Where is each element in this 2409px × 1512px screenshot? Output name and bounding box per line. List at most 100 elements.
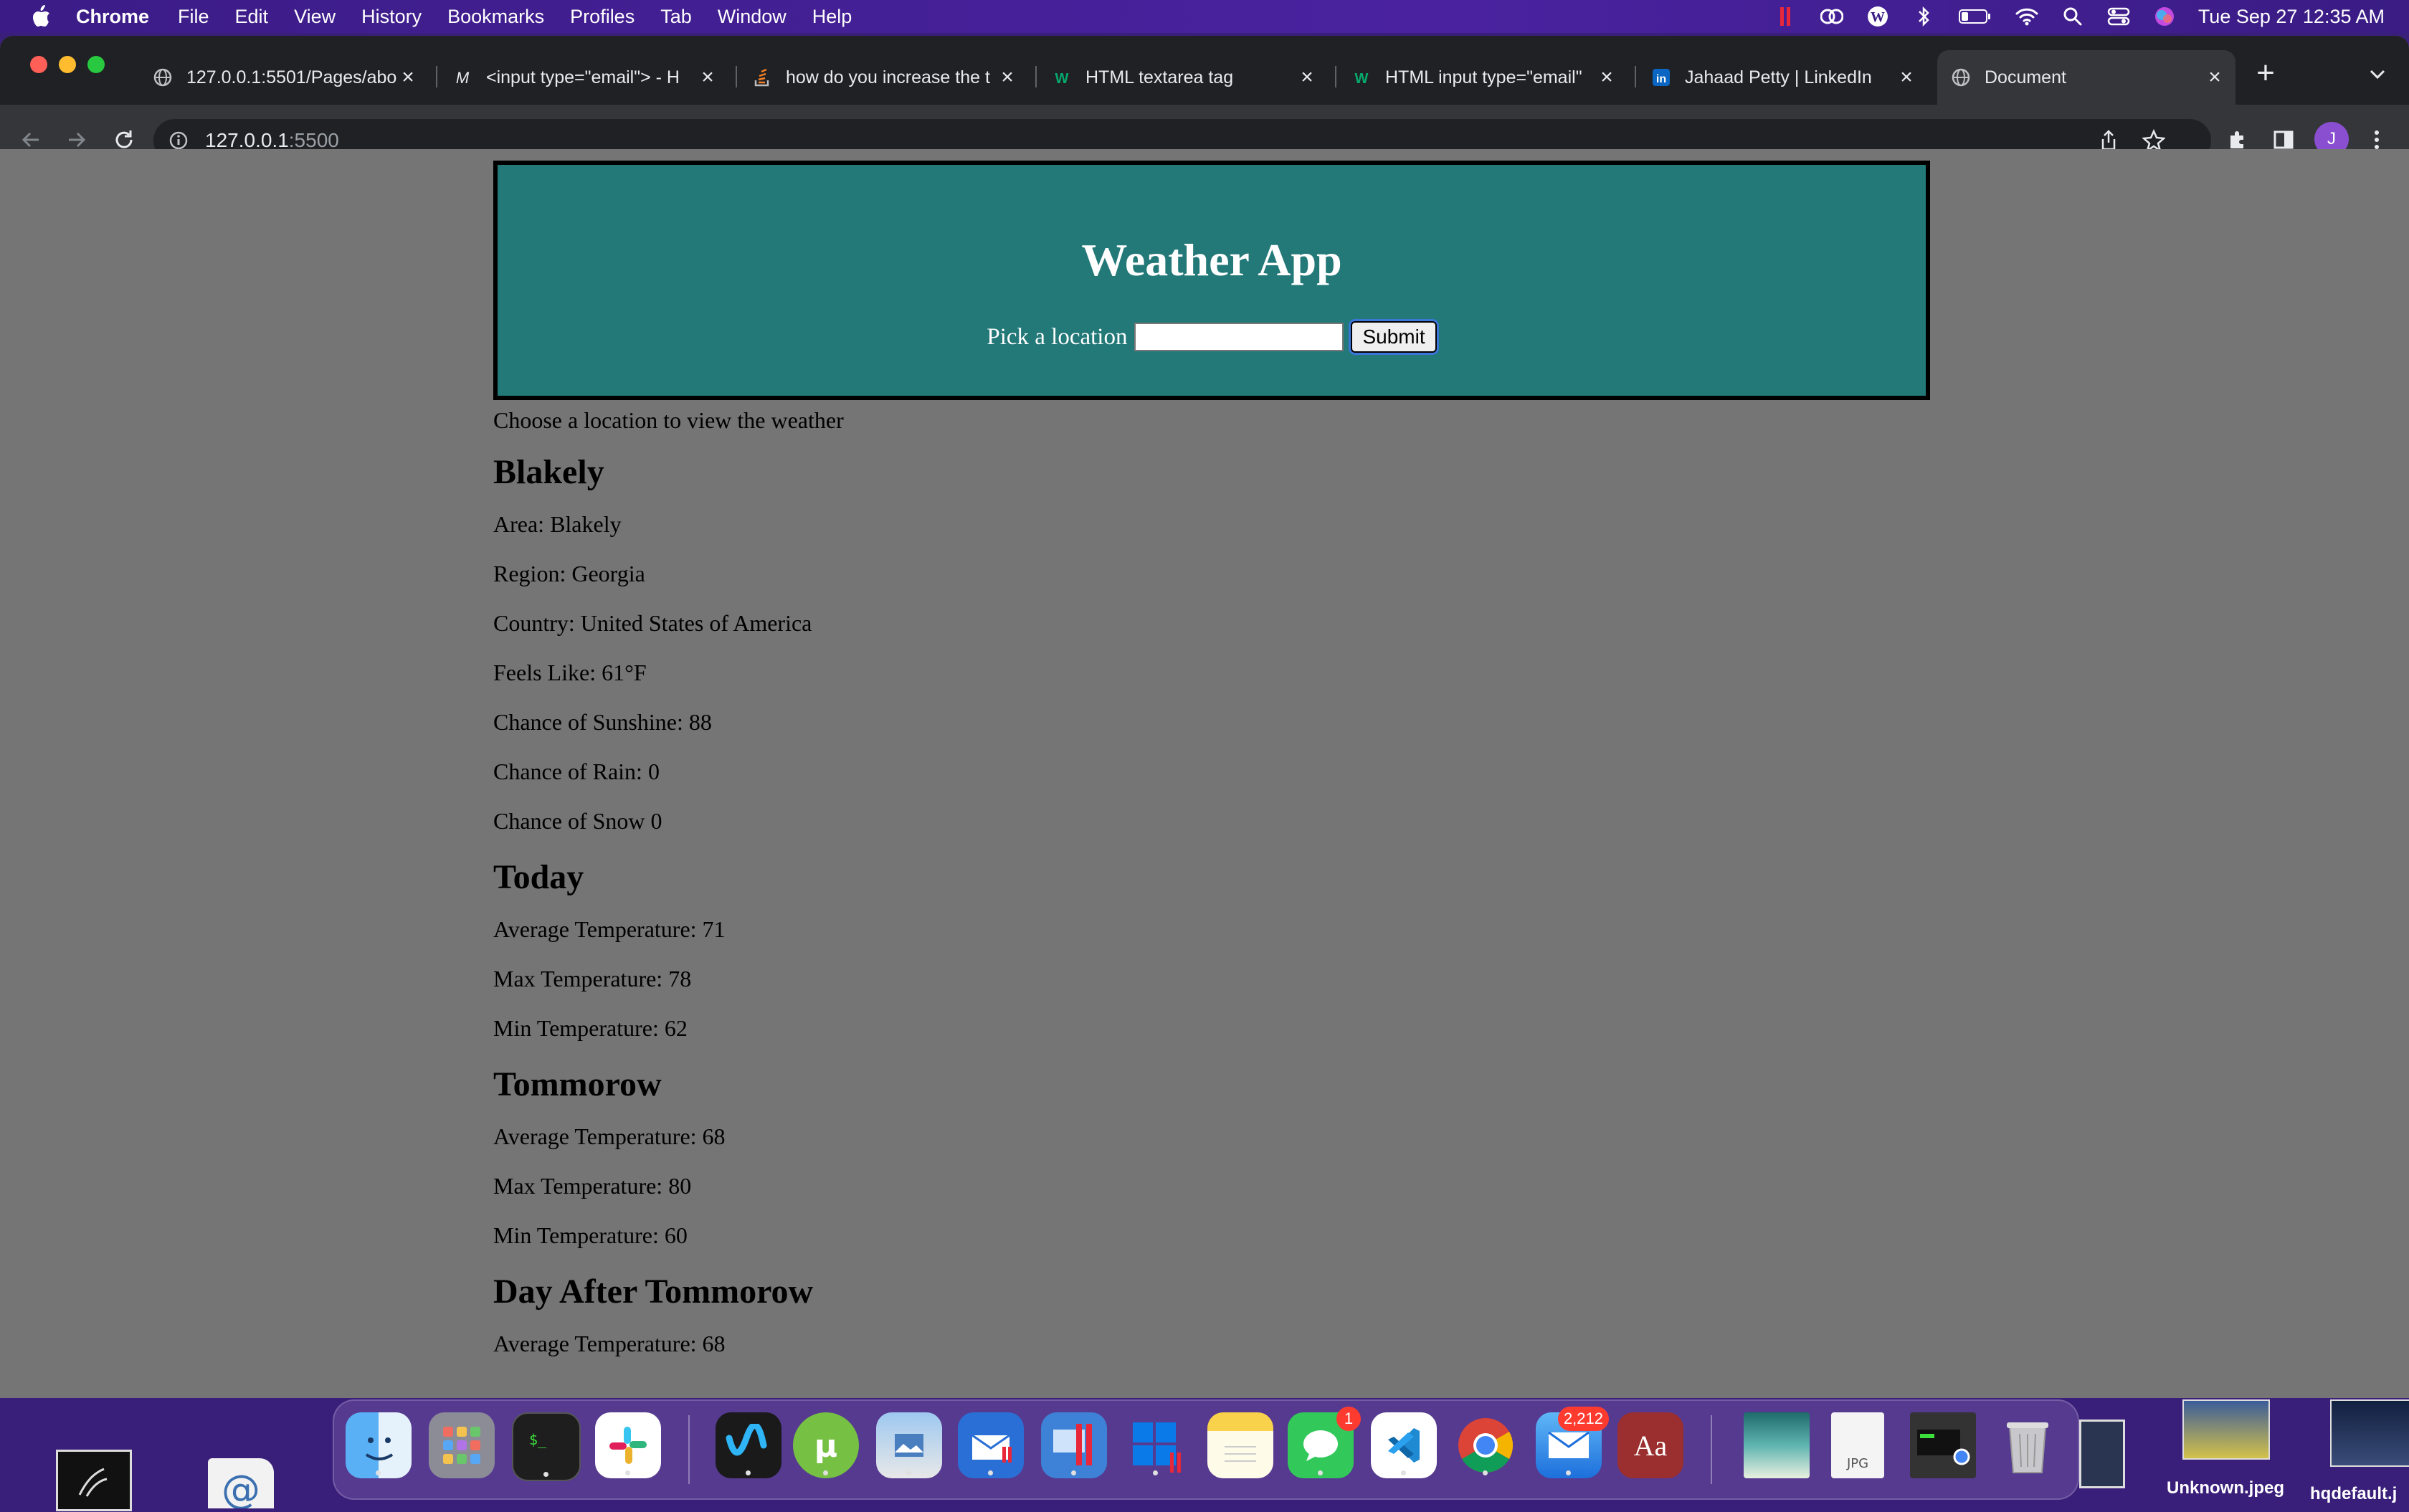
terminal-icon[interactable]: $_ — [512, 1412, 581, 1481]
tab-close-icon[interactable]: × — [1596, 65, 1617, 89]
window-zoom-button[interactable] — [87, 56, 105, 73]
parallels-desktop-icon[interactable] — [1041, 1412, 1107, 1478]
launchpad-icon[interactable] — [429, 1412, 495, 1478]
apple-menu-icon[interactable] — [27, 3, 54, 30]
mail-icon[interactable]: 2,212 — [1536, 1407, 1609, 1478]
menu-file[interactable]: File — [178, 6, 209, 28]
svg-text:µ: µ — [814, 1428, 837, 1465]
svg-text:M: M — [456, 69, 470, 87]
jpg-file-icon[interactable]: JPG — [1831, 1412, 1884, 1478]
page-title: Weather App — [1081, 234, 1342, 285]
chance-sunshine-text: Chance of Sunshine: 88 — [493, 709, 712, 735]
tab-localhost-pages[interactable]: 127.0.0.1:5501/Pages/abo × — [139, 50, 429, 105]
tab-title: 127.0.0.1:5501/Pages/abo — [186, 67, 397, 87]
tab-search-chevron-icon[interactable] — [2365, 62, 2390, 87]
messages-icon[interactable]: 1 — [1288, 1407, 1361, 1478]
notes-icon[interactable] — [1207, 1412, 1273, 1478]
menu-view[interactable]: View — [294, 6, 336, 28]
tab-strip: 127.0.0.1:5501/Pages/abo × M <input type… — [0, 36, 2409, 105]
tab-title: Jahaad Petty | LinkedIn — [1685, 67, 1872, 87]
tab-w3schools-input-email[interactable]: W HTML input type="email" × — [1338, 50, 1628, 105]
location-label: Pick a location — [987, 323, 1128, 350]
jpg-label: JPG — [1846, 1455, 1869, 1471]
tab-close-icon[interactable]: × — [1896, 65, 1917, 89]
tab-separator — [736, 66, 737, 87]
menu-profiles[interactable]: Profiles — [570, 6, 635, 28]
tab-stackoverflow[interactable]: how do you increase the t × — [738, 50, 1028, 105]
svg-text:@: @ — [222, 1467, 260, 1508]
day-after-avg-temp: Average Temperature: 68 — [493, 1331, 726, 1356]
menu-bar-clock[interactable]: Tue Sep 27 12:35 AM — [2198, 6, 2385, 28]
tab-close-icon[interactable]: × — [397, 65, 419, 89]
svg-text:in: in — [1656, 73, 1666, 85]
menu-app-chrome[interactable]: Chrome — [76, 6, 149, 28]
tab-title: <input type="email"> - H — [486, 67, 680, 87]
webex-icon[interactable] — [1820, 4, 1844, 29]
windows-vm-icon[interactable] — [1123, 1412, 1189, 1478]
unknown-jpeg-thumbnail[interactable] — [2182, 1399, 2270, 1460]
tab-w3schools-textarea[interactable]: W HTML textarea tag × — [1038, 50, 1328, 105]
tab-linkedin[interactable]: in Jahaad Petty | LinkedIn × — [1638, 50, 1927, 105]
svg-text:W: W — [1871, 9, 1885, 25]
vscode-icon[interactable] — [1371, 1412, 1437, 1478]
tab-close-icon[interactable]: × — [1296, 65, 1318, 89]
tab-mdn-input-email[interactable]: M <input type="email"> - H × — [439, 50, 728, 105]
hqdefault-thumbnail[interactable] — [2330, 1399, 2409, 1467]
globe-icon — [152, 67, 174, 88]
menu-tab[interactable]: Tab — [660, 6, 692, 28]
tab-document-active[interactable]: Document × — [1937, 50, 2235, 105]
window-minimize-button[interactable] — [59, 56, 76, 73]
desktop-file-thumbnail[interactable] — [56, 1450, 132, 1511]
chrome-window: 127.0.0.1:5501/Pages/abo × M <input type… — [0, 36, 2409, 1398]
tab-close-icon[interactable]: × — [2204, 65, 2225, 89]
menu-history[interactable]: History — [361, 6, 422, 28]
today-heading: Today — [493, 858, 584, 896]
submit-button[interactable]: Submit — [1351, 321, 1437, 353]
dictionary-icon[interactable]: Aa — [1617, 1412, 1683, 1478]
battery-icon[interactable] — [1957, 4, 1993, 29]
trash-icon[interactable] — [1995, 1412, 2061, 1478]
new-tab-plus-icon[interactable]: + — [2251, 55, 2280, 90]
desktop-file-label-unknown-jpeg[interactable]: Unknown.jpeg — [2155, 1478, 2296, 1498]
location-form: Pick a location Submit — [498, 321, 1926, 353]
tomorrow-max-temp: Max Temperature: 80 — [493, 1173, 692, 1199]
today-min-temp: Min Temperature: 62 — [493, 1015, 688, 1041]
parallels-mail-app-icon[interactable] — [958, 1412, 1024, 1478]
location-input[interactable] — [1134, 323, 1344, 351]
window-close-button[interactable] — [30, 56, 47, 73]
preview-app-icon[interactable] — [876, 1412, 942, 1478]
finder-icon[interactable] — [346, 1412, 412, 1478]
location-heading: Blakely — [493, 453, 604, 491]
chance-rain-text: Chance of Rain: 0 — [493, 759, 660, 784]
menu-window[interactable]: Window — [718, 6, 787, 28]
wordpress-icon[interactable]: W — [1866, 4, 1890, 29]
utorrent-icon[interactable]: µ — [793, 1412, 859, 1478]
tab-close-icon[interactable]: × — [697, 65, 718, 89]
screenshot-thumbnail-icon[interactable] — [1910, 1412, 1976, 1478]
control-center-icon[interactable] — [2106, 4, 2131, 29]
region-text: Region: Georgia — [493, 561, 645, 586]
today-avg-temp: Average Temperature: 71 — [493, 916, 726, 942]
tab-title: HTML textarea tag — [1085, 67, 1234, 87]
spotlight-search-icon[interactable] — [2061, 4, 2085, 29]
menu-help[interactable]: Help — [812, 6, 852, 28]
desktop-image-thumbnail[interactable] — [2079, 1420, 2125, 1488]
bluetooth-icon[interactable] — [1911, 4, 1936, 29]
wifi-icon[interactable] — [2015, 4, 2039, 29]
menu-edit[interactable]: Edit — [235, 6, 269, 28]
desktop-email-file-icon[interactable]: @ — [208, 1458, 274, 1512]
weather-app-header: Weather App Pick a location Submit — [493, 161, 1930, 400]
parallels-icon[interactable] — [1774, 4, 1798, 29]
site-info-icon[interactable] — [168, 130, 189, 151]
image-thumbnail-stack-icon[interactable] — [1744, 1412, 1810, 1478]
siri-icon[interactable] — [2152, 4, 2177, 29]
desktop-file-label-hqdefault[interactable]: hqdefault.j — [2310, 1484, 2409, 1504]
chrome-app-icon[interactable] — [1453, 1412, 1519, 1478]
tab-close-icon[interactable]: × — [997, 65, 1018, 89]
page-viewport: Weather App Pick a location Submit Choos… — [0, 149, 2409, 1398]
webex-app-icon[interactable] — [716, 1412, 781, 1478]
tomorrow-min-temp: Min Temperature: 60 — [493, 1222, 688, 1248]
svg-text:W: W — [1055, 71, 1069, 87]
slack-icon[interactable] — [595, 1412, 661, 1478]
menu-bookmarks[interactable]: Bookmarks — [447, 6, 544, 28]
